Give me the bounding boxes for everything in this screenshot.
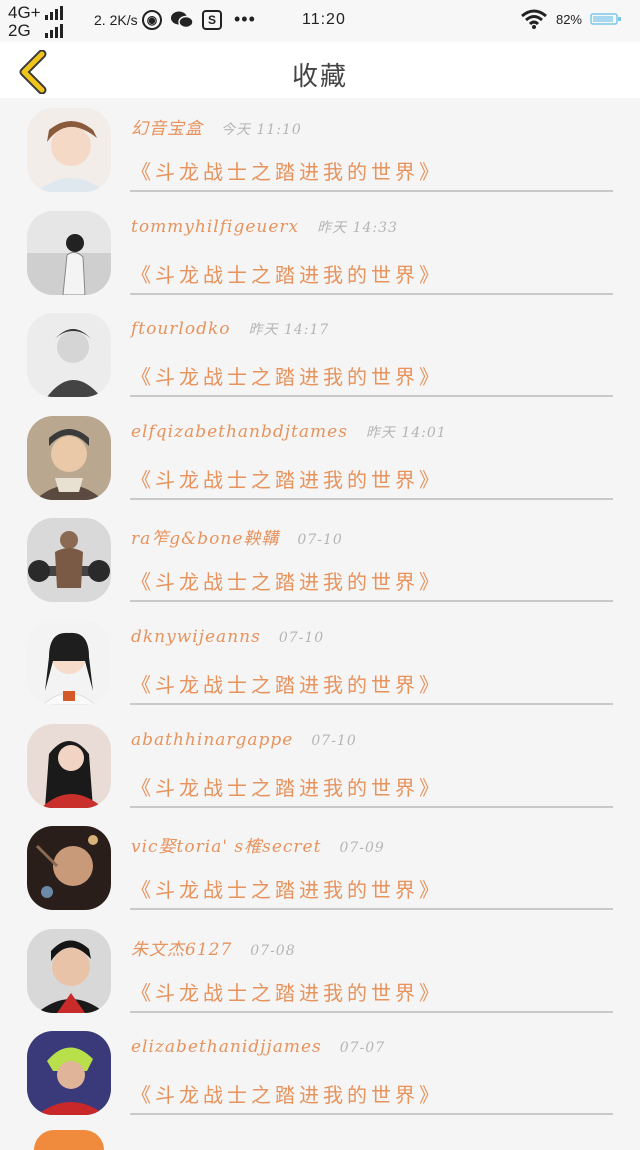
user-name: tommyhilfigeuerx (131, 216, 300, 237)
divider (130, 190, 613, 192)
page-title: 收藏 (291, 62, 348, 92)
timestamp: 昨天 14:33 (317, 219, 398, 236)
user-name: elizabethanidjjames (131, 1037, 322, 1058)
divider (130, 1010, 613, 1013)
user-name: vic娶toria' s榷secret (131, 837, 322, 858)
book-title[interactable]: 《斗龙战士之踏进我的世界》 (131, 874, 443, 903)
app-header: 收藏 (0, 42, 640, 98)
user-name: ftourlodko (131, 319, 231, 340)
list-item[interactable]: elfqizabethanbdjtames 昨天 14:01 《斗龙战士之踏进我的… (0, 406, 640, 509)
signal-icon (44, 6, 63, 20)
next-avatar-peek (34, 1130, 104, 1150)
divider (130, 497, 613, 500)
timestamp: 07-10 (278, 629, 325, 646)
user-name: elfqizabethanbdjtames (131, 421, 348, 442)
more-icon: ••• (234, 9, 256, 29)
divider (130, 908, 613, 911)
book-title[interactable]: 《斗龙战士之踏进我的世界》 (131, 566, 443, 595)
timestamp: 07-07 (339, 1040, 386, 1057)
timestamp: 07-09 (339, 840, 385, 857)
user-name: dknywijeanns (131, 626, 261, 647)
book-title[interactable]: 《斗龙战士之踏进我的世界》 (131, 1079, 443, 1108)
battery-icon (590, 13, 621, 25)
avatar[interactable] (27, 826, 111, 911)
list-item[interactable]: vic娶toria' s榷secret 07-09 《斗龙战士之踏进我的世界》 (0, 816, 640, 919)
network-type-top: 4G+ (8, 3, 41, 22)
network-indicator: 4G+ 2G (8, 4, 63, 40)
book-title[interactable]: 《斗龙战士之踏进我的世界》 (131, 259, 443, 288)
status-bar: 4G+ 2G 2. 2K/s ◉ S ••• 11:20 82% (0, 0, 640, 42)
book-title[interactable]: 《斗龙战士之踏进我的世界》 (131, 156, 443, 185)
wifi-icon (521, 9, 547, 29)
timestamp: 07-10 (311, 732, 357, 749)
avatar[interactable] (27, 518, 111, 603)
book-title[interactable]: 《斗龙战士之踏进我的世界》 (131, 977, 443, 1006)
wechat-icon (171, 11, 194, 28)
avatar[interactable] (27, 210, 111, 295)
list-item[interactable]: 朱文杰6127 07-08 《斗龙战士之踏进我的世界》 (0, 919, 640, 1022)
avatar[interactable] (27, 723, 111, 808)
avatar[interactable] (27, 313, 111, 398)
clock: 11:20 (302, 11, 346, 28)
user-name: 朱文杰6127 (131, 939, 233, 960)
avatar[interactable] (27, 1031, 111, 1116)
favorites-list: 幻音宝盒 今天 11:10 《斗龙战士之踏进我的世界》 tommyhilfigeu… (0, 98, 640, 1124)
user-name: 幻音宝盒 (131, 119, 203, 139)
timestamp: 昨天 14:01 (365, 424, 447, 441)
avatar[interactable] (27, 620, 111, 705)
book-title[interactable]: 《斗龙战士之踏进我的世界》 (131, 669, 443, 698)
book-title[interactable]: 《斗龙战士之踏进我的世界》 (131, 772, 443, 801)
list-item[interactable]: dknywijeanns 07-10 《斗龙战士之踏进我的世界》 (0, 611, 640, 714)
timestamp: 今天 11:10 (221, 122, 302, 138)
signal-icon (44, 24, 63, 38)
avatar[interactable] (27, 415, 111, 500)
network-type-bottom: 2G (8, 21, 31, 40)
app-notification-icon: ◉ (142, 9, 162, 30)
list-item[interactable]: abathhinargappe 07-10 《斗龙战士之踏进我的世界》 (0, 714, 640, 817)
s-app-icon: S (202, 9, 222, 30)
divider (130, 600, 613, 603)
timestamp: 07-10 (297, 532, 343, 549)
list-item[interactable]: ra笮g&bone鞅鞲 07-10 《斗龙战士之踏进我的世界》 (0, 508, 640, 611)
list-item[interactable]: tommyhilfigeuerx 昨天 14:33 《斗龙战士之踏进我的世界》 (0, 201, 640, 304)
avatar[interactable] (27, 928, 111, 1013)
network-speed: 2. 2K/s (94, 12, 138, 28)
avatar[interactable] (27, 108, 111, 192)
divider (130, 395, 613, 398)
battery-percent: 82% (555, 11, 582, 27)
list-item[interactable]: ftourlodko 昨天 14:17 《斗龙战士之踏进我的世界》 (0, 303, 640, 406)
book-title[interactable]: 《斗龙战士之踏进我的世界》 (131, 464, 443, 493)
timestamp: 昨天 14:17 (248, 322, 330, 339)
list-item[interactable]: 幻音宝盒 今天 11:10 《斗龙战士之踏进我的世界》 (0, 98, 640, 201)
user-name: ra笮g&bone鞅鞲 (131, 529, 280, 550)
timestamp: 07-08 (250, 942, 296, 959)
list-item[interactable]: elizabethanidjjames 07-07 《斗龙战士之踏进我的世界》 (0, 1021, 640, 1124)
user-name: abathhinargappe (131, 729, 294, 750)
divider (130, 805, 613, 808)
divider (130, 702, 613, 705)
divider (130, 292, 613, 295)
book-title[interactable]: 《斗龙战士之踏进我的世界》 (131, 361, 443, 390)
notification-icons: ◉ S ••• (142, 9, 256, 30)
divider (130, 1113, 613, 1116)
